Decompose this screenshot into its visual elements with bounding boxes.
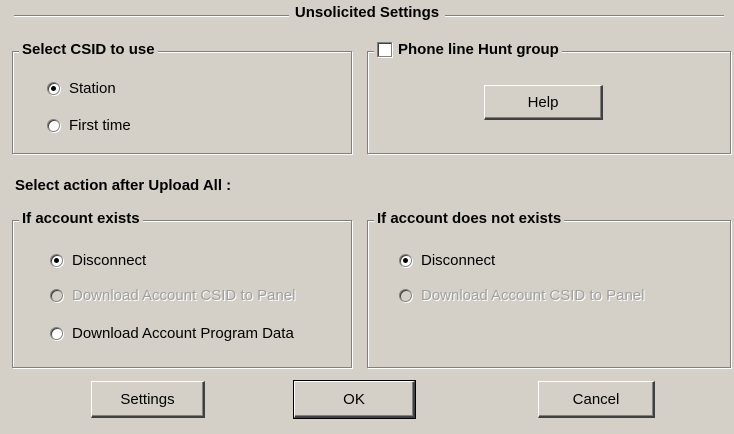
account-not-exists-group: If account does not exists Disconnect Do…: [367, 210, 731, 368]
radio-label: Disconnect: [421, 252, 496, 269]
upload-action-label: Select action after Upload All :: [15, 177, 232, 194]
radio-button[interactable]: [50, 254, 63, 267]
hunt-legend[interactable]: Phone line Hunt group: [374, 41, 562, 58]
radio-button[interactable]: [47, 82, 60, 95]
radio-label: Download Account CSID to Panel: [421, 287, 645, 304]
radio-button[interactable]: [50, 327, 63, 340]
dialog-title: Unsolicited Settings: [0, 4, 734, 21]
csid-legend: Select CSID to use: [19, 41, 158, 58]
settings-button[interactable]: Settings: [91, 381, 205, 418]
radio-label: Disconnect: [72, 252, 147, 269]
radio-exists-disconnect[interactable]: Disconnect: [50, 252, 146, 269]
hunt-group-checkbox[interactable]: [377, 42, 392, 57]
csid-group: Select CSID to use Station First time: [12, 41, 352, 154]
radio-first-time[interactable]: First time: [47, 117, 131, 134]
radio-not-exists-disconnect[interactable]: Disconnect: [399, 252, 495, 269]
account-exists-legend: If account exists: [19, 210, 143, 227]
cancel-button[interactable]: Cancel: [538, 381, 655, 418]
radio-button[interactable]: [399, 254, 412, 267]
ok-button[interactable]: OK: [293, 380, 416, 419]
radio-station-label: Station: [69, 80, 116, 97]
account-exists-group: If account exists Disconnect Download Ac…: [12, 210, 352, 368]
help-button[interactable]: Help: [484, 85, 603, 120]
account-not-exists-legend: If account does not exists: [374, 210, 565, 227]
radio-label: Download Account Program Data: [72, 325, 294, 342]
radio-first-time-label: First time: [69, 117, 131, 134]
radio-exists-download-csid: Download Account CSID to Panel: [50, 287, 295, 304]
radio-exists-download-program[interactable]: Download Account Program Data: [50, 325, 294, 342]
radio-label: Download Account CSID to Panel: [72, 287, 296, 304]
radio-button: [399, 289, 412, 302]
radio-button: [50, 289, 63, 302]
radio-not-exists-download-csid: Download Account CSID to Panel: [399, 287, 644, 304]
radio-station[interactable]: Station: [47, 80, 116, 97]
radio-button[interactable]: [47, 119, 60, 132]
hunt-group-label: Phone line Hunt group: [398, 41, 559, 58]
hunt-group: Phone line Hunt group Help: [367, 41, 731, 154]
